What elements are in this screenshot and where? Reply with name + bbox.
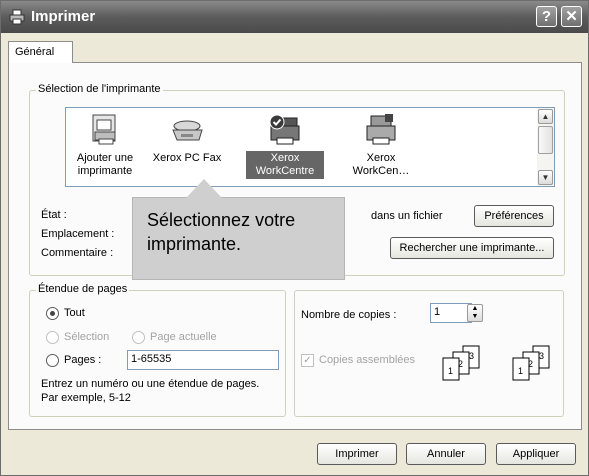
printer-list[interactable]: Ajouter une imprimante Xerox PC Fax Xero… [65, 107, 555, 187]
collate-stack-2: 1 2 3 [512, 345, 550, 381]
page-range-legend: Étendue de pages [36, 283, 130, 295]
print-dialog: Imprimer ? ✕ Général Sélection de l'impr… [0, 0, 589, 476]
state-label: État : [41, 209, 67, 221]
pages-input[interactable]: 1-65535 [127, 350, 279, 370]
radio-selection [46, 331, 59, 344]
copies-label: Nombre de copies : [301, 309, 397, 321]
add-printer-icon [92, 114, 116, 145]
preferences-button[interactable]: Préférences [474, 205, 554, 227]
radio-all-label[interactable]: Tout [64, 307, 85, 319]
print-button[interactable]: Imprimer [317, 443, 397, 465]
printer-selection-legend: Sélection de l'imprimante [36, 83, 163, 95]
svg-text:3: 3 [539, 351, 544, 361]
scroll-up-icon[interactable]: ▲ [538, 109, 553, 124]
printer-icon [9, 9, 25, 25]
printer-label: Xerox WorkCentre [246, 151, 324, 179]
svg-text:1: 1 [448, 366, 453, 376]
callout-text: Sélectionnez votre imprimante. [147, 210, 296, 254]
printer-item-add[interactable]: Ajouter une imprimante [66, 112, 144, 179]
printer-label: Xerox WorkCen… [352, 152, 410, 177]
svg-text:2: 2 [528, 359, 533, 369]
printer-label: Xerox PC Fax [152, 152, 222, 164]
printer-item-workcentre[interactable]: Xerox WorkCentre [246, 112, 324, 179]
page-range-hint-1: Entrez un numéro ou une étendue de pages… [41, 378, 260, 390]
svg-text:3: 3 [469, 351, 474, 361]
collate-checkbox[interactable]: ✓ [301, 354, 314, 367]
collate-stack-1: 1 2 3 [442, 345, 480, 381]
multifunction-printer-icon [366, 114, 396, 145]
comment-label: Commentaire : [41, 247, 114, 259]
page-range-hint-2: Par exemple, 5-12 [41, 392, 131, 404]
close-button[interactable]: ✕ [561, 6, 582, 27]
find-printer-button[interactable]: Rechercher une imprimante... [390, 237, 554, 259]
radio-current-page [132, 331, 145, 344]
radio-current-page-label: Page actuelle [150, 331, 217, 343]
radio-all[interactable] [46, 307, 59, 320]
collate-label[interactable]: Copies assemblées [319, 354, 415, 366]
window-title: Imprimer [31, 8, 96, 25]
tab-general[interactable]: Général [8, 41, 73, 63]
svg-text:1: 1 [518, 366, 523, 376]
fax-icon [172, 120, 203, 141]
copies-input[interactable]: 1 [430, 303, 472, 323]
printer-list-scrollbar[interactable]: ▲ ▼ [537, 108, 554, 186]
printer-default-icon [269, 114, 300, 145]
printer-item-fax[interactable]: Xerox PC Fax [148, 112, 226, 166]
title-bar[interactable]: Imprimer ? ✕ [1, 1, 588, 33]
svg-text:2: 2 [458, 359, 463, 369]
print-to-file-label[interactable]: dans un fichier [371, 210, 443, 222]
printer-label: Ajouter une imprimante [76, 152, 134, 177]
cancel-button[interactable]: Annuler [406, 443, 486, 465]
scroll-down-icon[interactable]: ▼ [538, 170, 553, 185]
help-button[interactable]: ? [536, 6, 557, 27]
apply-button[interactable]: Appliquer [496, 443, 576, 465]
copies-stepper[interactable]: ▲ ▼ [467, 304, 483, 322]
scroll-thumb[interactable] [538, 126, 553, 154]
radio-pages[interactable] [46, 354, 59, 367]
printer-item-workcen[interactable]: Xerox WorkCen… [342, 112, 420, 179]
radio-selection-label: Sélection [64, 331, 110, 343]
collate-illustration-icon: 1 2 3 1 2 3 [442, 345, 550, 381]
radio-pages-label[interactable]: Pages : [64, 354, 101, 366]
location-label: Emplacement : [41, 228, 115, 240]
callout-pointer [186, 179, 222, 198]
instruction-callout: Sélectionnez votre imprimante. [132, 197, 345, 280]
